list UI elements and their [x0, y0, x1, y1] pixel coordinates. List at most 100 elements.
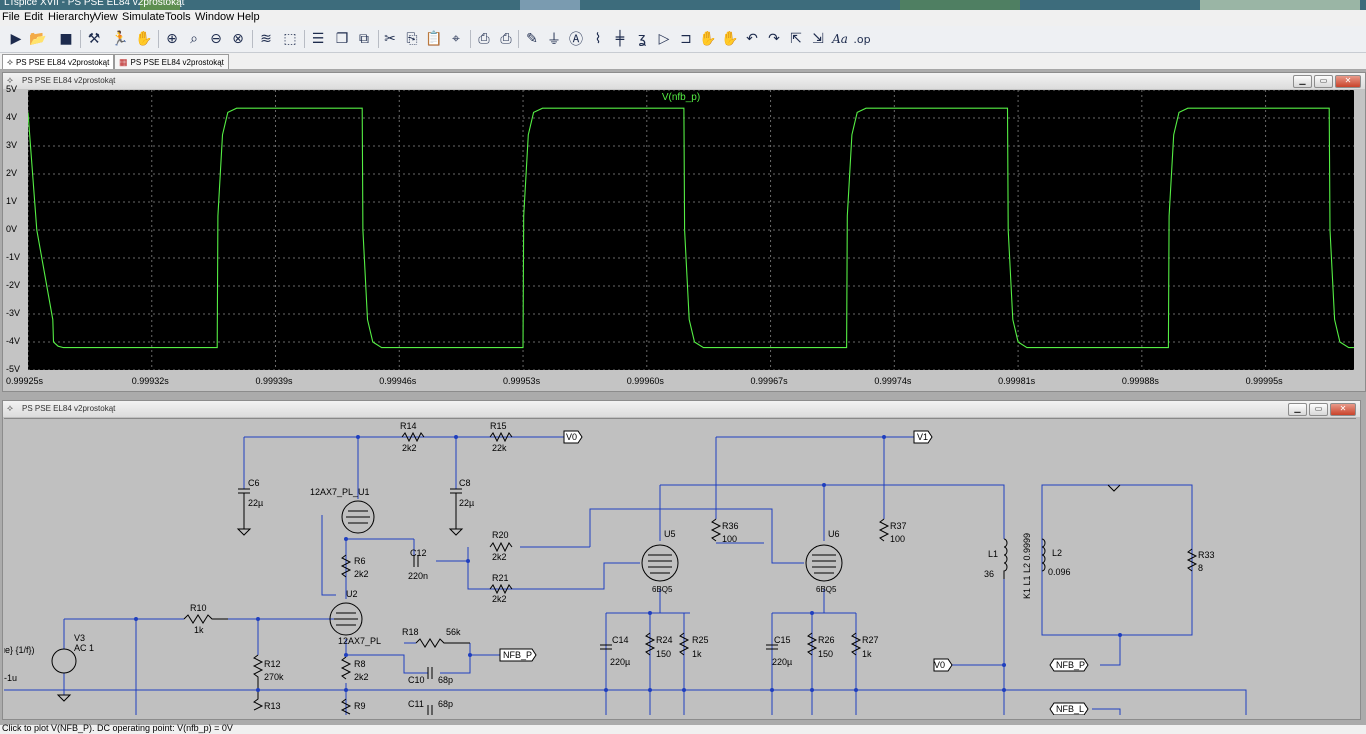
trace-label[interactable]: V(nfb_p)	[662, 92, 700, 103]
resistor-r10[interactable]	[183, 614, 228, 624]
print-icon[interactable]: ⎙	[496, 29, 516, 49]
resistor-r12[interactable]	[252, 654, 264, 711]
tab-schematic[interactable]: ▦ PS PSE EL84 v2prostokąt	[114, 54, 229, 69]
x-tick-label: 0.99939s	[255, 376, 293, 386]
text-icon[interactable]: Aa	[830, 29, 850, 49]
menu-edit[interactable]: Edit	[24, 11, 43, 23]
diode-icon[interactable]: ▷	[654, 29, 674, 49]
coupling-k1: K1 L1 L2 0.9999	[1022, 533, 1032, 599]
tube-u5[interactable]	[641, 544, 679, 582]
background-decor	[900, 0, 1020, 10]
capacitor-c6[interactable]	[236, 488, 252, 536]
spice-directive-icon[interactable]: .op	[852, 29, 872, 49]
menu-simulate[interactable]: Simulate	[122, 11, 165, 23]
wire	[659, 589, 825, 613]
zoom-out-icon[interactable]: ⊖	[206, 29, 226, 49]
junction	[1118, 633, 1122, 637]
cascade-icon[interactable]: ❐	[332, 29, 352, 49]
open-icon[interactable]: 📂	[28, 29, 48, 49]
menu-view[interactable]: View	[94, 11, 118, 23]
label-r8: R8	[354, 659, 366, 669]
cut-icon[interactable]: ✂	[380, 29, 400, 49]
tab-label: PS PSE EL84 v2prostokąt	[130, 57, 224, 67]
copy-icon[interactable]: ⎘	[402, 29, 422, 49]
component-icon[interactable]: ⊐	[676, 29, 696, 49]
wire	[1041, 484, 1193, 636]
x-tick-label: 0.99988s	[1121, 376, 1159, 386]
fit-icon[interactable]: ⬚	[280, 29, 300, 49]
run-icon[interactable]: ▶	[6, 29, 26, 49]
junction	[770, 688, 774, 692]
autorange-icon[interactable]: ≋	[256, 29, 276, 49]
find-icon[interactable]: ⌖	[446, 29, 466, 49]
resistor-r37[interactable]	[878, 518, 890, 542]
background-decor	[1200, 0, 1360, 10]
label-r21: R21	[492, 573, 509, 583]
resistor-icon[interactable]: ⌇	[588, 29, 608, 49]
y-tick-label: 0V	[6, 224, 18, 234]
paste-icon[interactable]: 📋	[424, 29, 444, 49]
type-u2: 12AX7_PL	[338, 636, 381, 646]
inductor-l1[interactable]	[1003, 538, 1008, 579]
tab-waveform[interactable]: ⟡ PS PSE EL84 v2prostokąt	[2, 54, 115, 69]
schematic-svg[interactable]: V0 V1 NFB_P V0 NFB_P NFB_L R14 2k2 R15 2…	[0, 419, 1356, 716]
capacitor-c8[interactable]	[448, 488, 464, 536]
redo-icon[interactable]: ↷	[764, 29, 784, 49]
run-sim-icon[interactable]: 🏃	[110, 29, 130, 49]
resistor-r20[interactable]	[489, 541, 513, 553]
ground-icon[interactable]: ⏚	[544, 29, 564, 49]
inductor-icon[interactable]: ʓ	[632, 29, 652, 49]
maximize-button[interactable]: ▭	[1314, 75, 1333, 88]
schematic-icon: ▦	[119, 56, 128, 67]
menu-window[interactable]: Window	[195, 11, 234, 23]
label-u1: 12AX7_PL_U1	[310, 487, 370, 497]
save-icon[interactable]: ■	[56, 29, 76, 49]
junction	[682, 688, 686, 692]
menu-help[interactable]: Help	[237, 11, 260, 23]
capacitor-icon[interactable]: ╪	[610, 29, 630, 49]
value-r25: 1k	[692, 649, 702, 659]
minimize-button[interactable]: ▁	[1293, 75, 1312, 88]
capacitor-c11[interactable]	[427, 705, 433, 715]
menu-hierarchy[interactable]: Hierarchy	[48, 11, 95, 23]
mirror-icon[interactable]: ✋	[720, 29, 740, 49]
tile-horizontal-icon[interactable]: ☰	[308, 29, 328, 49]
label-r14: R14	[400, 421, 417, 431]
junction	[344, 653, 348, 657]
pan-icon[interactable]: ✋	[134, 29, 154, 49]
menu-tools[interactable]: Tools	[165, 11, 191, 23]
value-r37: 100	[890, 534, 905, 544]
resistor-r18[interactable]	[415, 638, 470, 648]
undo-icon[interactable]: ↶	[742, 29, 762, 49]
zoom-area-icon[interactable]: ⌕	[184, 29, 204, 49]
label-u2: U2	[346, 589, 358, 599]
rotate-icon[interactable]: ✋	[698, 29, 718, 49]
maximize-button[interactable]: ▭	[1309, 403, 1328, 416]
drag-icon[interactable]: ⇲	[808, 29, 828, 49]
voltage-source-v3[interactable]	[51, 648, 77, 674]
move-icon[interactable]: ⇱	[786, 29, 806, 49]
control-panel-icon[interactable]: ⚒	[84, 29, 104, 49]
zoom-in-icon[interactable]: ⊕	[162, 29, 182, 49]
print-setup-icon[interactable]: ⎙	[474, 29, 494, 49]
schematic-canvas[interactable]: V0 V1 NFB_P V0 NFB_P NFB_L R14 2k2 R15 2…	[0, 418, 1356, 716]
capacitor-c10[interactable]	[427, 667, 433, 679]
trace-v-nfb-p[interactable]	[27, 107, 1354, 349]
close-window-icon[interactable]: ⧉	[354, 29, 374, 49]
zoom-cancel-icon[interactable]: ⊗	[228, 29, 248, 49]
resistor-r8[interactable]	[340, 656, 352, 680]
plot-svg[interactable]: V(nfb_p)	[27, 89, 1354, 371]
close-button[interactable]: ✕	[1335, 75, 1361, 88]
net-label-text: V0	[566, 432, 577, 442]
pencil-icon[interactable]: ✎	[522, 29, 542, 49]
label-v3: V3	[74, 633, 85, 643]
plot-area[interactable]: V(nfb_p)	[27, 89, 1354, 371]
minimize-button[interactable]: ▁	[1288, 403, 1307, 416]
value-r27: 1k	[862, 649, 872, 659]
label-icon[interactable]: Ⓐ	[566, 29, 586, 49]
resistor-r36[interactable]	[710, 518, 722, 542]
menu-file[interactable]: File	[2, 11, 20, 23]
junction	[810, 611, 814, 615]
close-button[interactable]: ✕	[1330, 403, 1356, 416]
tube-u6[interactable]	[805, 544, 843, 582]
